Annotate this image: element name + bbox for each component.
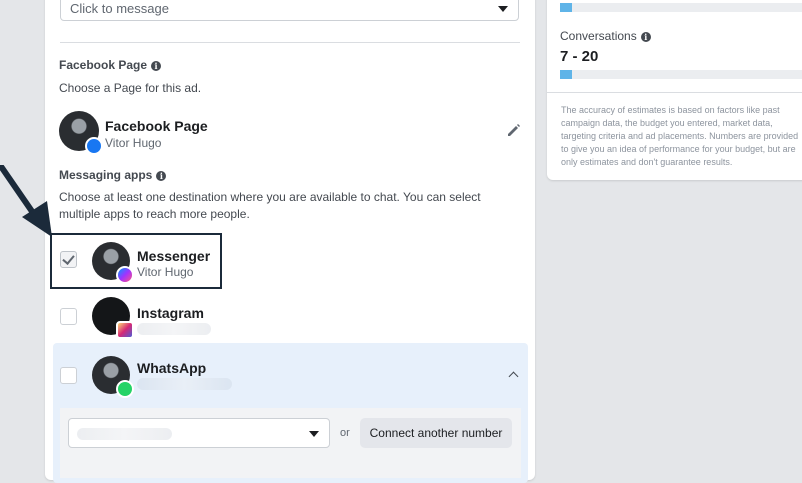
info-icon[interactable]: i [151,61,162,71]
facebook-page-helper: Choose a Page for this ad. [59,81,202,95]
avatar [92,297,134,339]
instagram-label: Instagram [137,305,204,321]
whatsapp-label: WhatsApp [137,360,207,376]
instagram-checkbox[interactable] [60,308,77,325]
facebook-page-owner: Vitor Hugo [105,136,162,150]
conversations-value: 7 - 20 [560,48,599,65]
instagram-icon [116,321,134,339]
whatsapp-icon [116,380,134,398]
info-icon[interactable]: i [156,171,167,181]
cta-select[interactable]: Click to message [60,0,519,21]
highlight-box [50,233,222,289]
chevron-down-icon [498,6,508,12]
facebook-page-heading: Facebook Page i [59,58,162,72]
divider [60,42,520,43]
connect-another-number-button[interactable]: Connect another number [360,418,512,448]
messaging-apps-heading: Messaging apps i [59,168,167,182]
conversations-label: Conversations [560,29,637,43]
phone-number-select[interactable] [68,418,330,448]
phone-number-redacted [77,428,172,440]
facebook-page-heading-text: Facebook Page [59,58,148,72]
estimate-bar [560,3,802,12]
whatsapp-checkbox[interactable] [60,367,77,384]
conversations-heading: Conversations i [560,29,651,43]
or-label: or [340,427,350,439]
facebook-page-name[interactable]: Facebook Page [105,118,208,134]
estimate-bar-fill [560,3,573,12]
whatsapp-account-redacted [137,378,232,390]
cta-select-value: Click to message [70,1,169,16]
messaging-apps-heading-text: Messaging apps [59,168,153,182]
chevron-down-icon [309,431,319,437]
avatar [59,111,103,155]
estimates-disclaimer: The accuracy of estimates is based on fa… [561,105,799,167]
facebook-icon [85,137,103,155]
avatar [92,356,134,398]
conversations-bar-fill [560,70,573,79]
pencil-icon[interactable] [506,122,522,138]
info-icon[interactable]: i [640,32,651,42]
divider [547,92,802,93]
conversations-bar [560,70,802,79]
messaging-apps-helper: Choose at least one destination where yo… [59,190,481,221]
instagram-account-redacted [137,323,211,335]
